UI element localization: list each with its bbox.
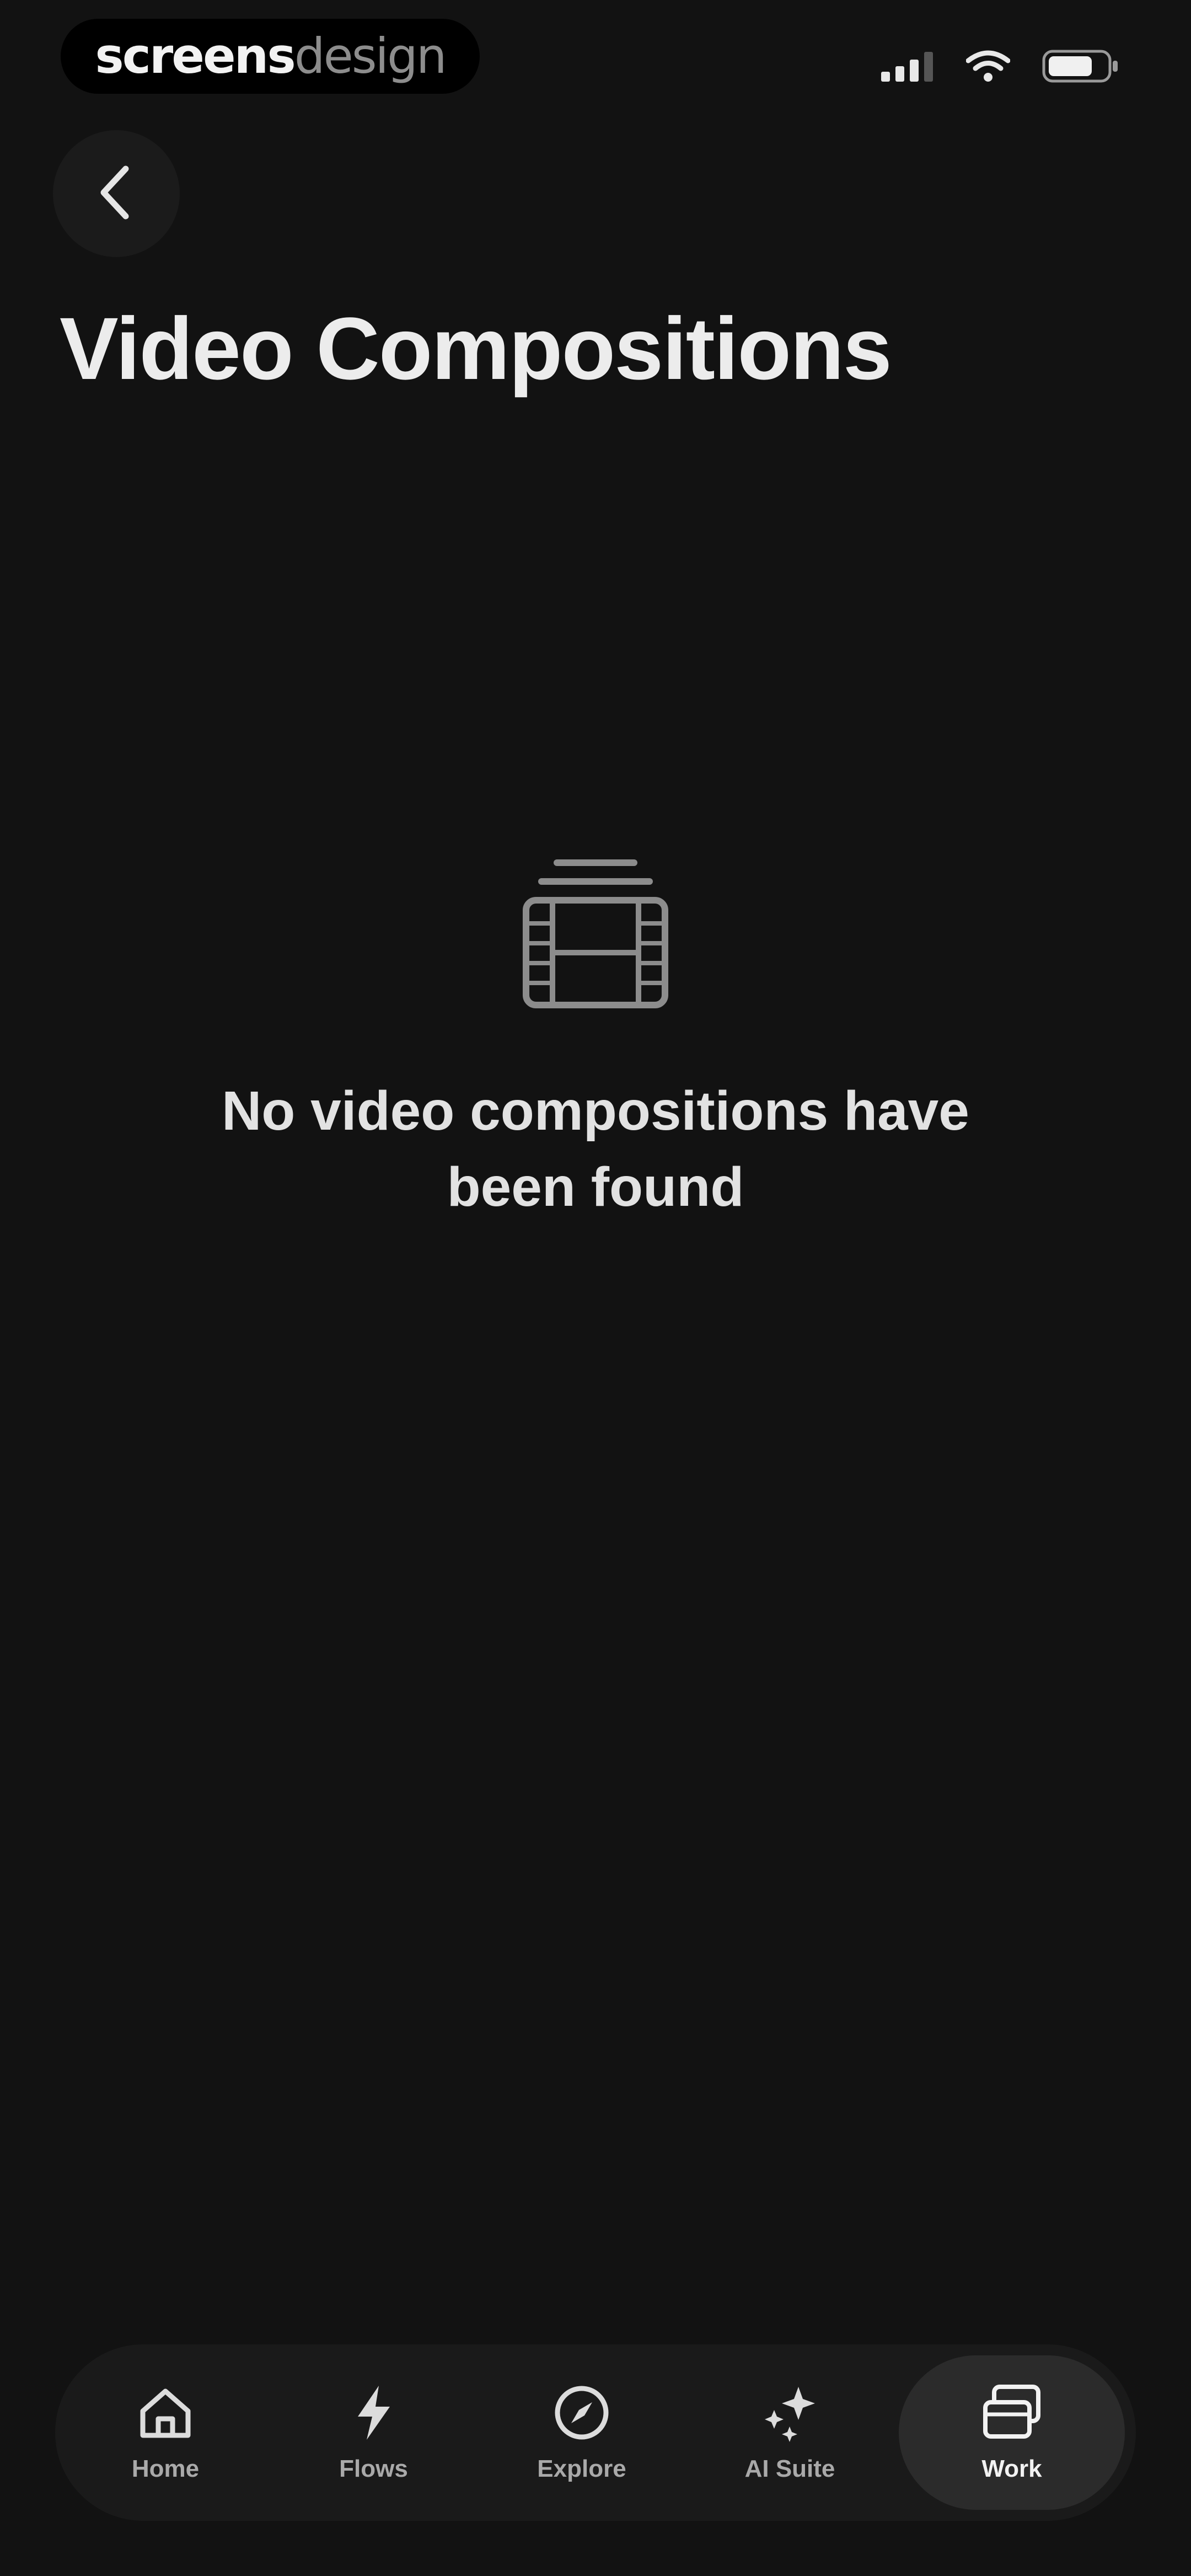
cellular-signal-icon bbox=[881, 51, 934, 82]
empty-state-message: No video compositions have been found bbox=[222, 1080, 969, 1218]
brand-wordmark-strong: screens bbox=[95, 28, 296, 84]
chevron-left-icon bbox=[92, 162, 141, 226]
battery-icon bbox=[1042, 49, 1119, 84]
status-bar: screensdesign bbox=[0, 0, 1191, 110]
nav-label-explore: Explore bbox=[537, 2455, 626, 2482]
nav-item-work[interactable]: Work bbox=[899, 2355, 1125, 2510]
back-button[interactable] bbox=[53, 130, 180, 257]
bottom-nav: Home Flows Explore AI Suite Work bbox=[55, 2344, 1136, 2521]
home-icon bbox=[135, 2382, 196, 2443]
nav-label-flows: Flows bbox=[339, 2455, 408, 2482]
nav-item-explore[interactable]: Explore bbox=[482, 2355, 681, 2510]
nav-label-ai-suite: AI Suite bbox=[744, 2455, 835, 2482]
wifi-icon bbox=[966, 50, 1010, 83]
film-stack-icon bbox=[518, 855, 673, 1018]
brand-logo: screensdesign bbox=[61, 19, 480, 94]
nav-item-ai-suite[interactable]: AI Suite bbox=[691, 2355, 889, 2510]
empty-state: No video compositions have been found bbox=[0, 855, 1191, 1225]
status-icons bbox=[881, 49, 1119, 84]
brand-wordmark: screensdesign bbox=[95, 32, 447, 81]
compass-icon bbox=[551, 2382, 612, 2443]
lightning-icon bbox=[344, 2382, 404, 2443]
nav-item-flows[interactable]: Flows bbox=[275, 2355, 473, 2510]
work-stack-icon bbox=[979, 2382, 1045, 2443]
nav-label-work: Work bbox=[981, 2455, 1042, 2482]
brand-wordmark-light: design bbox=[294, 28, 447, 84]
nav-item-home[interactable]: Home bbox=[66, 2355, 265, 2510]
page-title: Video Compositions bbox=[60, 299, 892, 398]
nav-label-home: Home bbox=[131, 2455, 200, 2482]
sparkles-icon bbox=[760, 2382, 820, 2443]
